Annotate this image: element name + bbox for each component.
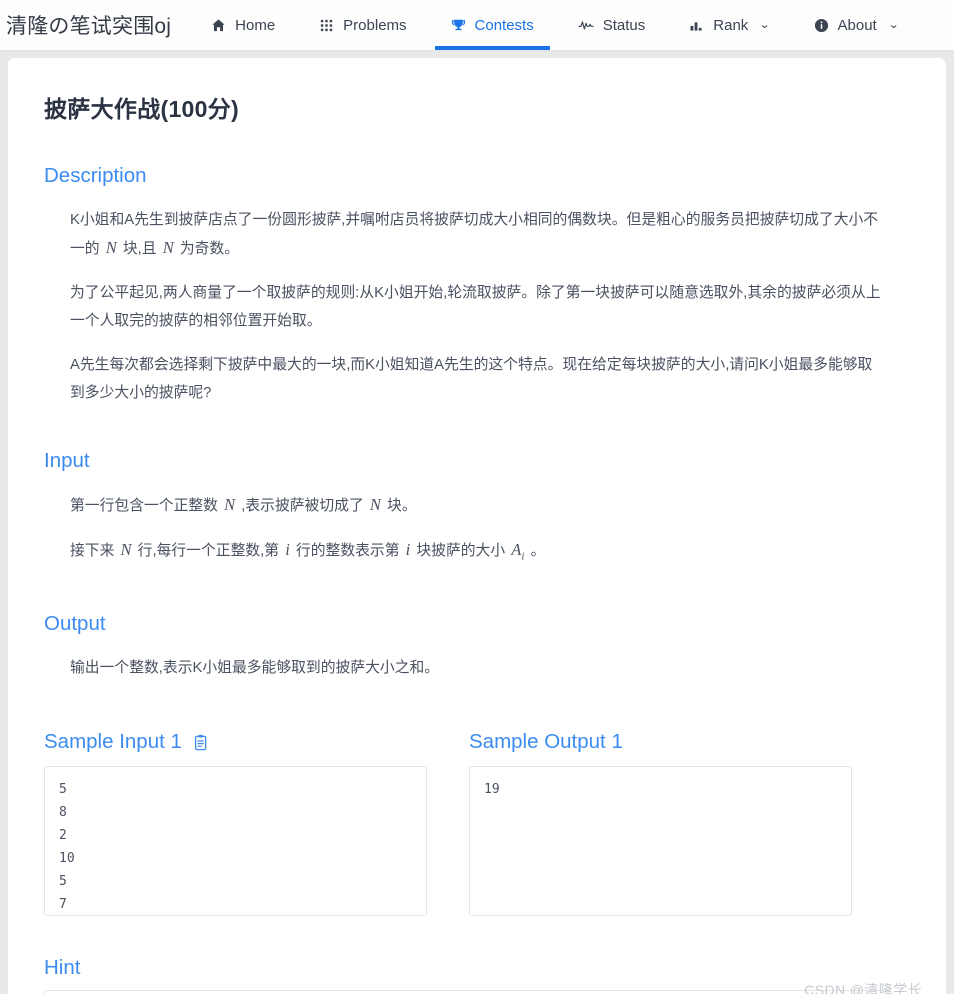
nav-item-rank[interactable]: Rank ⌄ [667, 0, 791, 50]
nav-item-problems[interactable]: Problems [297, 0, 428, 50]
text-fragment: 块披萨的大小 [416, 543, 506, 559]
page-title: 披萨大作战(100分) [44, 96, 239, 122]
output-paragraph-1: 输出一个整数,表示K小姐最多能够取到的披萨大小之和。 [70, 660, 440, 677]
hint-section: Hint [44, 956, 918, 980]
math-var-n: N [105, 238, 117, 257]
nav-item-label: Home [235, 16, 276, 34]
info-icon [814, 18, 829, 33]
math-var-i: i [285, 540, 290, 559]
problem-card: 披萨大作战(100分) Description K小姐和A先生到披萨店点了一份圆… [8, 58, 946, 994]
hint-box: 3 ≤ N < 500,保证 N 为奇数 [44, 990, 892, 994]
nav-item-label: Problems [343, 16, 407, 34]
sample-output-label: Sample Output 1 [469, 730, 623, 754]
math-var-a-sub-i: Ai [511, 540, 525, 563]
description-section: Description K小姐和A先生到披萨店点了一份圆形披萨,并嘱咐店员将披萨… [44, 164, 918, 415]
text-fragment: 第一行包含一个正整数 [70, 498, 218, 514]
nav-item-label: About [837, 16, 877, 34]
sample-input-label: Sample Input 1 [44, 730, 182, 754]
input-paragraph-1: 第一行包含一个正整数 N ,表示披萨被切成了 N 块。 [70, 483, 882, 528]
text-fragment: 块。 [387, 498, 417, 514]
section-heading-sample-output: Sample Output 1 [469, 730, 852, 754]
description-paragraph-1: K小姐和A先生到披萨店点了一份圆形披萨,并嘱咐店员将披萨切成大小相同的偶数块。但… [70, 198, 882, 271]
nav-item-about[interactable]: About ⌄ [792, 0, 920, 50]
nav-item-contests[interactable]: Contests [429, 0, 556, 50]
description-paragraph-3: A先生每次都会选择剩下披萨中最大的一块,而K小姐知道A先生的这个特点。现在给定每… [70, 357, 873, 401]
site-brand[interactable]: 清隆の笔试突围oj [0, 0, 189, 50]
trophy-icon [451, 18, 466, 33]
top-navbar: 清隆の笔试突围oj Home Problems Contests Status … [0, 0, 954, 51]
sample-input-box[interactable]: 5 8 2 10 5 7 [44, 766, 427, 917]
nav-item-label: Contests [474, 16, 534, 34]
text-fragment: 块,且 [122, 241, 157, 257]
text-fragment: 接下来 [70, 543, 115, 559]
text-fragment: 行,每行一个正整数,第 [137, 543, 280, 559]
sample-output-box[interactable]: 19 [469, 766, 852, 917]
activity-icon [578, 17, 594, 33]
home-icon [211, 18, 226, 33]
text-fragment: ,表示披萨被切成了 [241, 498, 364, 514]
input-paragraph-2: 接下来 N 行,每行一个正整数,第 i 行的整数表示第 i 块披萨的大小 Ai … [70, 528, 882, 578]
math-var-i: i [405, 540, 411, 559]
text-fragment: 为奇数。 [179, 241, 240, 257]
section-heading-output: Output [44, 612, 106, 636]
input-section: Input 第一行包含一个正整数 N ,表示披萨被切成了 N 块。 接下来 N … [44, 449, 918, 578]
output-section: Output 输出一个整数,表示K小姐最多能够取到的披萨大小之和。 [44, 612, 918, 690]
description-paragraph-2: 为了公平起见,两人商量了一个取披萨的规则:从K小姐开始,轮流取披萨。除了第一块披… [70, 285, 881, 329]
sample-output-column: Sample Output 1 19 [469, 690, 852, 917]
text-fragment: 。 [530, 543, 546, 559]
chevron-down-icon: ⌄ [887, 18, 900, 31]
math-var-n: N [369, 495, 381, 514]
math-var-n: N [120, 540, 132, 559]
nav-item-label: Status [602, 16, 646, 34]
sample-input-column: Sample Input 1 5 8 2 10 5 7 [44, 690, 427, 917]
math-var-n: N [224, 495, 236, 514]
section-heading-description: Description [44, 164, 147, 187]
section-heading-input: Input [44, 449, 90, 472]
copy-clipboard-icon[interactable] [193, 734, 209, 751]
nav-item-home[interactable]: Home [189, 0, 297, 50]
nav-item-label: Rank [713, 16, 749, 34]
math-var-n: N [162, 238, 174, 257]
nav-links: Home Problems Contests Status Rank ⌄ Abo… [189, 0, 920, 50]
page-container: 披萨大作战(100分) Description K小姐和A先生到披萨店点了一份圆… [0, 51, 954, 994]
nav-item-status[interactable]: Status [556, 0, 668, 50]
samples-row: Sample Input 1 5 8 2 10 5 7 Sample Outpu… [44, 690, 918, 917]
csdn-watermark: CSDN @清隆学长 [804, 982, 922, 994]
grid-icon [319, 18, 334, 33]
text-fragment: 行的整数表示第 [295, 543, 400, 559]
section-heading-sample-input: Sample Input 1 [44, 730, 427, 754]
chevron-down-icon: ⌄ [759, 18, 771, 31]
section-heading-hint: Hint [44, 956, 81, 980]
bar-chart-icon [689, 18, 704, 33]
